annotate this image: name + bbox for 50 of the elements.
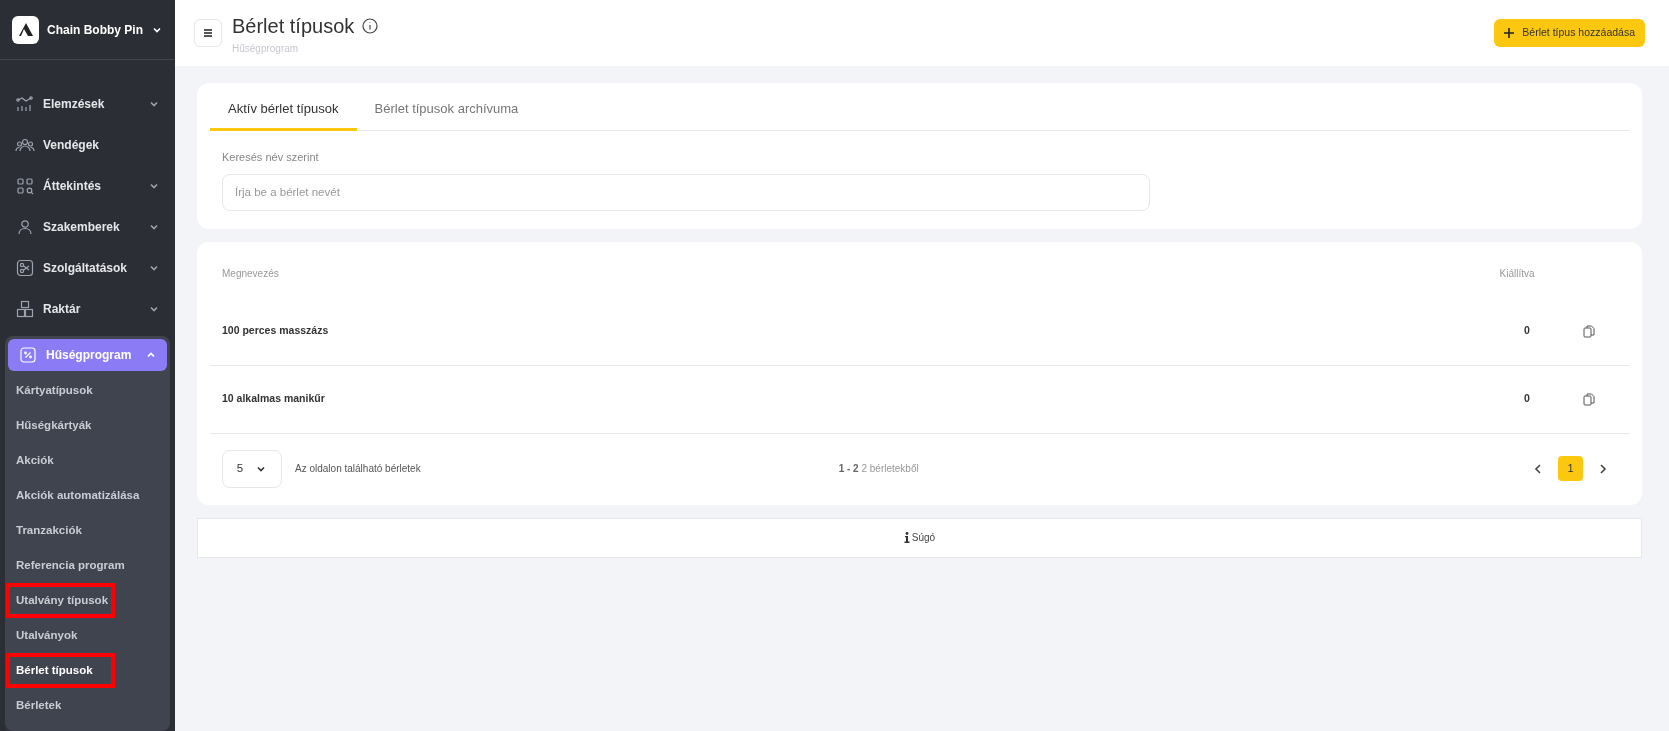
page-title: Bérlet típusok (232, 13, 355, 39)
nav-item[interactable]: Vendégek (5, 129, 170, 161)
nav-item[interactable]: Elemzések (5, 88, 170, 120)
info-icon (903, 532, 910, 543)
brand-logo (12, 15, 39, 44)
submenu-item[interactable]: Referencia program (8, 548, 167, 583)
nav-item[interactable]: Szolgáltatások (5, 252, 170, 284)
menu-icon (202, 27, 214, 39)
chart-icon (15, 94, 35, 114)
plus-icon (1504, 28, 1515, 38)
submenu-item[interactable]: Kártyatípusok (8, 373, 167, 408)
submenu-item[interactable]: Utalvány típusok (6, 583, 115, 618)
table-cell-text: 0 (1523, 323, 1531, 339)
nav-item[interactable]: Szakemberek (5, 211, 170, 243)
column-header: Kiállítva (1498, 267, 1536, 281)
page-size-label: Az oldalon található bérletek (295, 462, 421, 476)
table-cell-text: 10 alkalmas manikűr (222, 391, 326, 407)
search-field[interactable]: Írja be a bérlet nevét (222, 173, 1150, 211)
info-icon[interactable] (362, 17, 379, 34)
user-icon (15, 217, 35, 237)
tab[interactable]: Aktív bérlet típusok (210, 89, 357, 131)
submenu-item[interactable]: Utalványok (8, 618, 167, 653)
scissors-icon (15, 258, 35, 278)
field-label: Keresés név szerint (222, 150, 320, 165)
tab[interactable]: Bérlet típusok archívuma (356, 89, 537, 131)
previous-icon[interactable] (1532, 462, 1544, 475)
brand-name[interactable]: Chain Bobby Pin (47, 20, 143, 39)
submenu-item[interactable]: Bérletek (8, 688, 167, 723)
grid-icon (15, 176, 35, 196)
menu-button[interactable] (194, 19, 222, 47)
submenu-item[interactable]: Bérlet típusok (6, 653, 115, 688)
submenu-item[interactable]: Hűségkártyák (8, 408, 167, 443)
table-cell-text: 0 (1523, 391, 1531, 407)
nav-item[interactable]: Áttekintés (5, 170, 170, 202)
percent-icon (18, 345, 38, 365)
submenu-item[interactable]: Akciók (8, 443, 167, 478)
help-bar[interactable]: Súgó (197, 517, 1642, 558)
add-button[interactable]: Bérlet típus hozzáadása (1494, 19, 1645, 47)
column-header: Megnevezés (222, 267, 280, 281)
submenu-item[interactable]: Tranzakciók (8, 513, 167, 548)
submenu-item[interactable]: Akciók automatizálása (8, 478, 167, 513)
table-cell-text: 100 perces masszázs (222, 323, 330, 339)
boxes-icon (15, 299, 35, 319)
nav-item[interactable]: Raktár (5, 293, 170, 325)
copy-icon[interactable] (1582, 392, 1596, 406)
next-icon[interactable] (1597, 462, 1609, 475)
copy-icon[interactable] (1582, 324, 1596, 338)
page-size-select[interactable]: 5 (222, 449, 282, 488)
page-button[interactable]: 1 (1558, 456, 1583, 481)
result-range: 1 - 2 2 bérletekből (838, 462, 919, 476)
